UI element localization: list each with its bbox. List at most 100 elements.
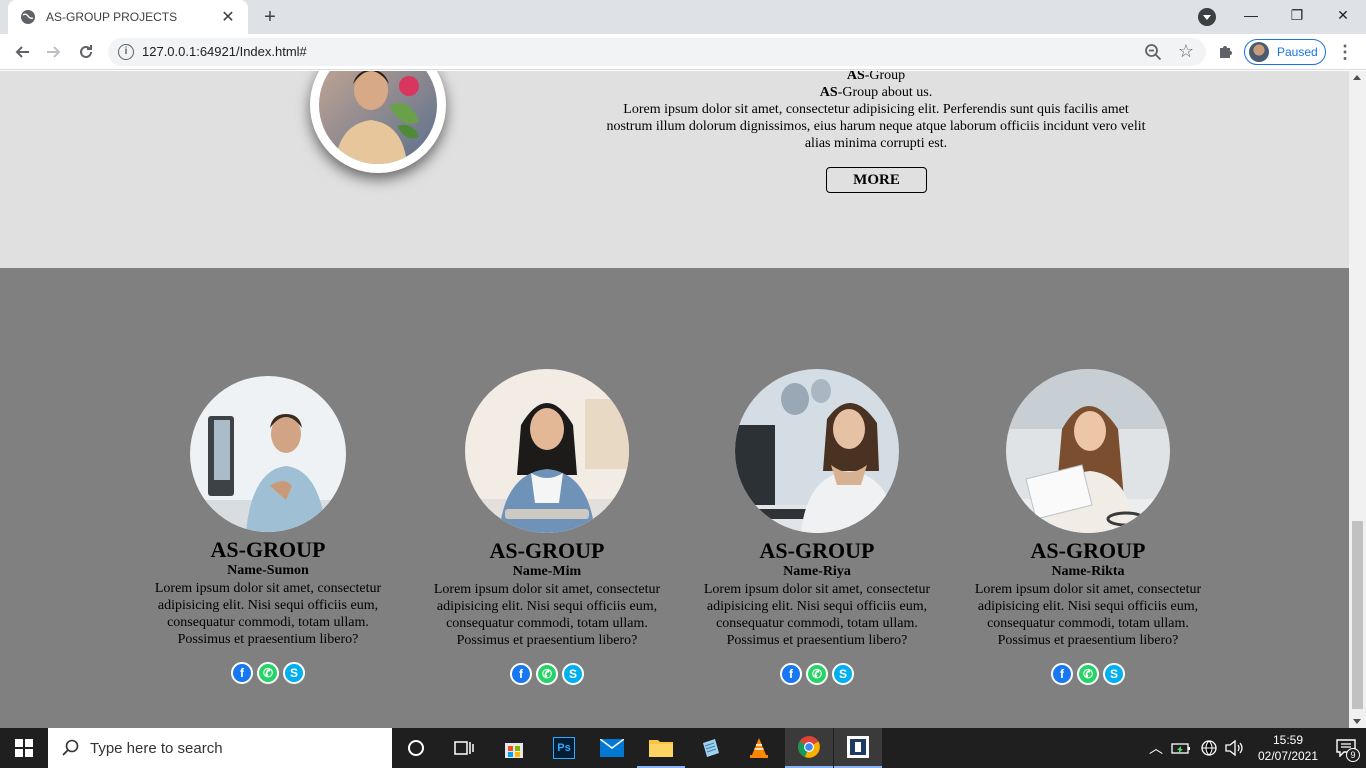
clock-date: 02/07/2021 (1257, 749, 1319, 763)
member-desc: Lorem ipsum dolor sit amet, consectetur … (974, 582, 1202, 648)
info-icon[interactable]: i (118, 44, 134, 60)
code-editor-app[interactable] (834, 728, 882, 768)
about-photo (319, 71, 437, 164)
member-photo (465, 369, 629, 533)
member-name: Name-Mim (512, 564, 582, 579)
about-body: Lorem ipsum dolor sit amet, consectetur … (606, 102, 1146, 151)
member-brand: AS-GROUP (1030, 538, 1146, 563)
minimize-button[interactable]: — (1228, 0, 1274, 30)
about-text: AS-Group AS-Group about us. Lorem ipsum … (606, 71, 1146, 152)
vlc-cone-icon (750, 738, 768, 758)
clock[interactable]: 15:59 02/07/2021 (1250, 732, 1326, 764)
skype-icon[interactable]: S (832, 663, 854, 685)
window-controls: — ❐ ✕ (1228, 0, 1366, 34)
windows-taskbar: Type here to search Ps ︿ 15:59 02/07/202… (0, 728, 1366, 768)
whatsapp-icon[interactable]: ✆ (536, 663, 558, 685)
folder-icon (649, 740, 673, 757)
address-bar[interactable]: i 127.0.0.1:64921/Index.html# ☆ (108, 38, 1206, 66)
about-section: AS-Group AS-Group about us. Lorem ipsum … (0, 71, 1349, 268)
file-explorer-app[interactable] (637, 728, 685, 768)
taskbar-search[interactable]: Type here to search (48, 728, 392, 768)
scroll-up-icon[interactable] (1353, 75, 1361, 80)
extensions-puzzle-icon[interactable] (1216, 42, 1236, 62)
tab-search-icon[interactable] (1198, 8, 1216, 26)
mail-app[interactable] (588, 728, 636, 768)
close-window-button[interactable]: ✕ (1320, 0, 1366, 30)
profile-button[interactable]: Paused (1244, 39, 1326, 65)
about-photo-frame (310, 71, 446, 173)
photoshop-app[interactable]: Ps (540, 728, 588, 768)
back-button[interactable] (10, 40, 34, 64)
reload-icon (80, 45, 92, 58)
member-photo (1006, 369, 1170, 533)
arrow-left-icon (15, 46, 29, 58)
arrow-right-icon (47, 46, 61, 58)
about-brand: AS-Group (846, 71, 906, 83)
member-name: Name-Sumon (227, 563, 309, 578)
new-tab-button[interactable]: + (258, 5, 282, 29)
member-brand: AS-GROUP (489, 538, 605, 563)
whatsapp-icon[interactable]: ✆ (806, 663, 828, 685)
profile-status: Paused (1277, 45, 1318, 59)
page-scrollbar[interactable] (1349, 71, 1366, 728)
store-bag-icon (505, 743, 523, 758)
member-desc: Lorem ipsum dolor sit amet, consectetur … (703, 582, 931, 648)
team-card-mim: AS-GROUP Name-Mim Lorem ipsum dolor sit … (427, 369, 667, 685)
social-links: f ✆ S (148, 662, 388, 684)
clock-time: 15:59 (1272, 733, 1304, 747)
notification-count-badge: 9 (1346, 748, 1360, 762)
skype-icon[interactable]: S (283, 662, 305, 684)
battery-icon[interactable] (1170, 740, 1194, 756)
forward-button[interactable] (42, 40, 66, 64)
network-globe-icon[interactable] (1198, 739, 1220, 757)
mail-envelope-icon (600, 739, 624, 757)
notepad-app[interactable] (686, 728, 734, 768)
notepad-icon (703, 739, 719, 757)
whatsapp-icon[interactable]: ✆ (1077, 663, 1099, 685)
task-view-icon (454, 741, 474, 755)
chrome-icon (798, 736, 820, 758)
skype-icon[interactable]: S (562, 663, 584, 685)
windows-logo-icon (15, 739, 33, 757)
team-section: AS-GROUP Name-Sumon Lorem ipsum dolor si… (0, 268, 1349, 728)
store-app[interactable] (490, 728, 538, 768)
member-brand: AS-GROUP (759, 538, 875, 563)
more-button[interactable]: MORE (826, 167, 927, 193)
url-text[interactable]: 127.0.0.1:64921/Index.html# (142, 44, 307, 59)
notifications-button[interactable]: 9 (1326, 728, 1366, 768)
whatsapp-icon[interactable]: ✆ (257, 662, 279, 684)
show-hidden-icons[interactable]: ︿ (1144, 738, 1168, 758)
member-brand: AS-GROUP (210, 537, 326, 562)
search-placeholder: Type here to search (90, 739, 223, 757)
member-photo (190, 376, 346, 532)
facebook-icon[interactable]: f (231, 662, 253, 684)
system-tray: ︿ 15:59 02/07/2021 9 (1144, 728, 1366, 768)
facebook-icon[interactable]: f (780, 663, 802, 685)
scrollbar-thumb[interactable] (1352, 521, 1363, 709)
skype-icon[interactable]: S (1103, 663, 1125, 685)
scroll-down-icon[interactable] (1353, 719, 1361, 724)
kebab-menu-icon[interactable]: ⋮ (1336, 40, 1354, 64)
restore-button[interactable]: ❐ (1274, 0, 1320, 30)
facebook-icon[interactable]: f (510, 663, 532, 685)
tab-strip: AS-GROUP PROJECTS ✕ + — ❐ ✕ (0, 0, 1366, 34)
team-card-riya: AS-GROUP Name-Riya Lorem ipsum dolor sit… (697, 369, 937, 685)
avatar (1249, 42, 1269, 62)
facebook-icon[interactable]: f (1051, 663, 1073, 685)
member-desc: Lorem ipsum dolor sit amet, consectetur … (433, 582, 661, 648)
cortana-button[interactable] (392, 728, 440, 768)
start-button[interactable] (0, 728, 48, 768)
chrome-app[interactable] (785, 728, 833, 768)
vlc-app[interactable] (735, 728, 783, 768)
volume-icon[interactable] (1224, 739, 1246, 757)
photoshop-icon: Ps (553, 737, 575, 759)
zoom-out-icon[interactable] (1144, 43, 1162, 61)
close-tab-icon[interactable]: ✕ (218, 7, 238, 27)
member-name: Name-Rikta (1051, 564, 1125, 579)
reload-button[interactable] (74, 40, 98, 64)
team-card-rikta: AS-GROUP Name-Rikta Lorem ipsum dolor si… (968, 369, 1208, 685)
tab-title: AS-GROUP PROJECTS (46, 10, 178, 24)
browser-tab[interactable]: AS-GROUP PROJECTS ✕ (8, 0, 248, 34)
bookmark-star-icon[interactable]: ☆ (1178, 41, 1194, 62)
task-view-button[interactable] (440, 728, 488, 768)
